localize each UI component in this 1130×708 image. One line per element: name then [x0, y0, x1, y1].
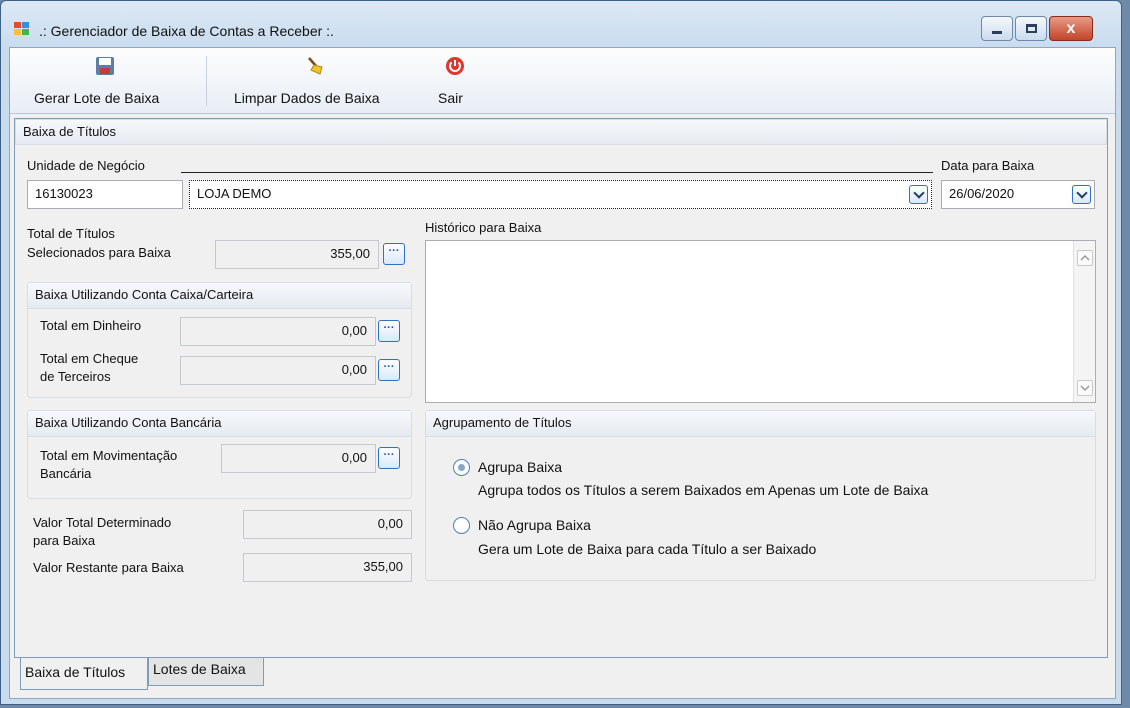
window-title: .: Gerenciador de Baixa de Contas a Rece… [39, 23, 334, 39]
date-picker[interactable]: 26/06/2020 [941, 180, 1095, 209]
cheque-label-1: Total em Cheque [40, 351, 139, 366]
scroll-up-icon[interactable] [1077, 250, 1093, 266]
app-icon [14, 22, 30, 36]
total-selected-value: 355,00 [215, 240, 379, 269]
history-label: Histórico para Baixa [425, 220, 542, 235]
bank-group-title: Baixa Utilizando Conta Bancária [35, 415, 222, 430]
bank-label-2: Bancária [40, 466, 92, 481]
nao-agrupa-baixa-radio[interactable] [453, 517, 470, 534]
maximize-icon [1025, 24, 1037, 33]
chevron-down-icon[interactable] [909, 185, 928, 204]
cash-group: Baixa Utilizando Conta Caixa/Carteira To… [27, 282, 412, 398]
business-unit-name: LOJA DEMO [197, 186, 272, 201]
cash-group-title: Baixa Utilizando Conta Caixa/Carteira [35, 287, 254, 302]
history-textarea[interactable] [425, 240, 1096, 403]
floppy-disk-icon [96, 57, 114, 75]
grouping-group-header: Agrupamento de Títulos [426, 411, 1095, 437]
agrupa-baixa-description: Agrupa todos os Títulos a serem Baixados… [478, 482, 929, 498]
toolbar: Gerar Lote de Baixa Limpar Dados de Baix… [10, 48, 1115, 114]
nao-agrupa-baixa-label[interactable]: Não Agrupa Baixa [478, 517, 591, 533]
close-icon: x [1066, 19, 1076, 37]
remaining-label: Valor Restante para Baixa [33, 560, 184, 575]
tab-page-baixa: Baixa de Títulos Unidade de Negócio 1613… [14, 118, 1108, 658]
minimize-button[interactable] [981, 16, 1013, 41]
cheque-details-button[interactable]: ··· [378, 359, 400, 381]
cash-details-button[interactable]: ··· [378, 320, 400, 342]
window-controls: x [981, 16, 1093, 41]
total-selected-details-button[interactable]: ··· [383, 243, 405, 265]
generate-batch-button[interactable]: Gerar Lote de Baixa [20, 54, 190, 112]
toolbar-separator [206, 56, 207, 106]
history-scrollbar[interactable] [1073, 241, 1095, 402]
section-title: Baixa de Títulos [23, 124, 116, 139]
client-area: Gerar Lote de Baixa Limpar Dados de Baix… [9, 47, 1116, 699]
cheque-label-2: de Terceiros [40, 369, 111, 384]
business-unit-rule [181, 172, 933, 173]
scroll-down-icon[interactable] [1077, 380, 1093, 396]
section-header: Baixa de Títulos [15, 119, 1107, 145]
chevron-down-icon [1080, 385, 1090, 392]
cash-group-header: Baixa Utilizando Conta Caixa/Carteira [28, 283, 411, 309]
bank-group-header: Baixa Utilizando Conta Bancária [28, 411, 411, 437]
close-button[interactable]: x [1049, 16, 1093, 41]
determined-value: 0,00 [243, 510, 412, 539]
clear-data-button[interactable]: Limpar Dados de Baixa [222, 54, 412, 112]
generate-batch-label: Gerar Lote de Baixa [34, 90, 160, 106]
exit-button[interactable]: Sair [430, 54, 480, 112]
bank-details-button[interactable]: ··· [378, 447, 400, 469]
cash-label: Total em Dinheiro [40, 318, 142, 333]
grouping-group: Agrupamento de Títulos Agrupa Baixa Agru… [425, 410, 1096, 581]
tab-baixa-de-titulos[interactable]: Baixa de Títulos [20, 658, 148, 690]
business-unit-select[interactable]: LOJA DEMO [189, 180, 932, 209]
determined-label-1: Valor Total Determinado [33, 515, 172, 530]
broom-icon [308, 57, 323, 75]
tab-lotes-de-baixa[interactable]: Lotes de Baixa [148, 658, 264, 686]
chevron-down-icon[interactable] [1072, 185, 1091, 204]
business-unit-label: Unidade de Negócio [27, 158, 145, 173]
total-selected-label-1: Total de Títulos [27, 226, 115, 241]
remaining-value: 355,00 [243, 553, 412, 582]
nao-agrupa-baixa-description: Gera um Lote de Baixa para cada Título a… [478, 541, 817, 557]
grouping-group-title: Agrupamento de Títulos [433, 415, 572, 430]
cash-value: 0,00 [180, 317, 376, 346]
power-icon [446, 57, 464, 75]
exit-label: Sair [438, 90, 463, 106]
date-label: Data para Baixa [941, 158, 1035, 173]
business-unit-code-input[interactable]: 16130023 [27, 180, 183, 209]
chevron-up-icon [1080, 254, 1090, 261]
cheque-value: 0,00 [180, 356, 376, 385]
maximize-button[interactable] [1015, 16, 1047, 41]
total-selected-label-2: Selecionados para Baixa [27, 245, 171, 260]
app-window: .: Gerenciador de Baixa de Contas a Rece… [0, 0, 1122, 705]
date-value: 26/06/2020 [949, 186, 1015, 201]
determined-label-2: para Baixa [33, 533, 96, 548]
bank-value: 0,00 [221, 444, 376, 473]
bank-group: Baixa Utilizando Conta Bancária Total em… [27, 410, 412, 499]
minimize-icon [992, 30, 1002, 34]
title-bar[interactable]: .: Gerenciador de Baixa de Contas a Rece… [1, 1, 1121, 47]
agrupa-baixa-radio[interactable] [453, 459, 470, 476]
bank-label-1: Total em Movimentação [40, 448, 178, 463]
agrupa-baixa-label[interactable]: Agrupa Baixa [478, 459, 562, 475]
clear-data-label: Limpar Dados de Baixa [234, 90, 380, 106]
